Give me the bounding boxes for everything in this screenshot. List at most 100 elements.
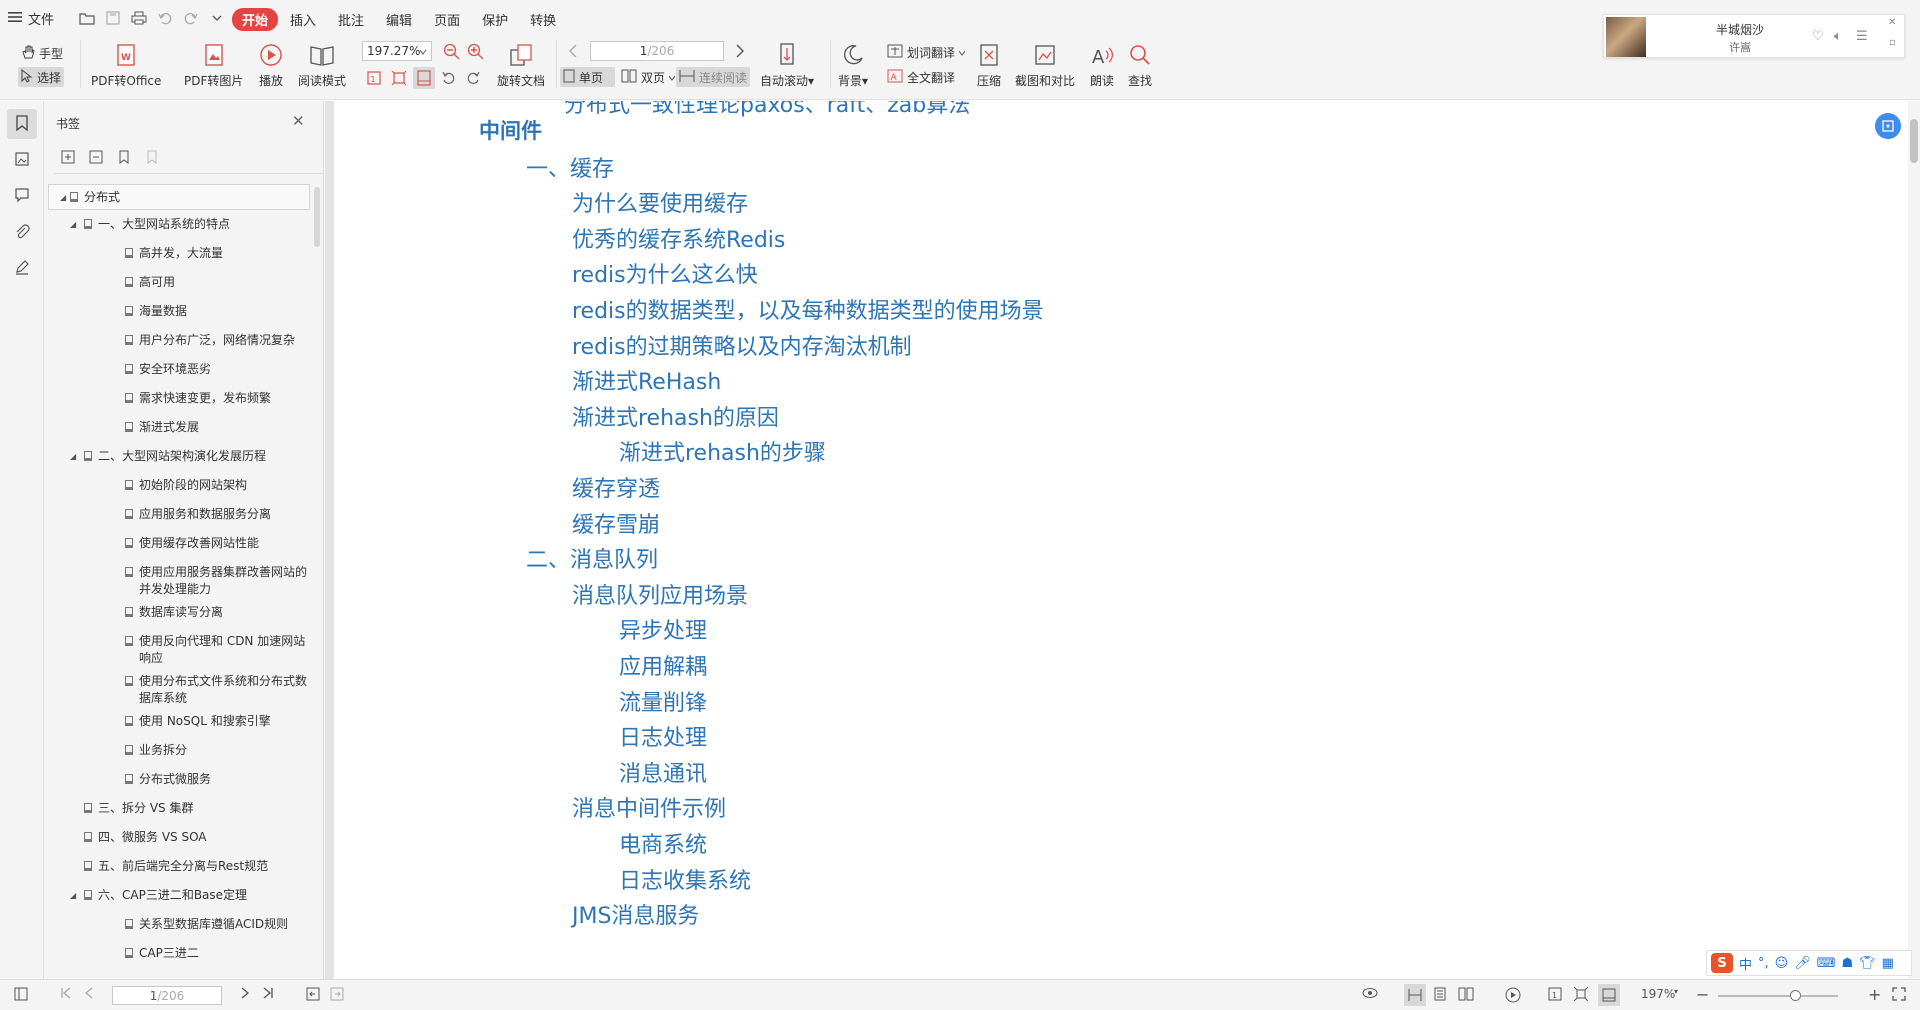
playlist-icon[interactable]: ☰: [1856, 29, 1868, 44]
toc-entry[interactable]: 一、缓存: [526, 151, 614, 183]
find-button[interactable]: 查找: [1127, 42, 1153, 89]
play-icon[interactable]: [1505, 987, 1521, 1003]
microphone-icon[interactable]: 🎤︎: [1794, 956, 1811, 971]
toc-entry[interactable]: redis的过期策略以及内存淘汰机制: [572, 329, 912, 361]
tab-start[interactable]: 开始: [232, 8, 279, 31]
toggle-sidebar-icon[interactable]: [14, 987, 28, 1001]
bookmark-item[interactable]: 分布式微服务: [44, 765, 314, 794]
zoom-slider[interactable]: [1718, 990, 1838, 1001]
toc-entry[interactable]: 日志处理: [619, 720, 707, 752]
close-icon[interactable]: ✕: [1888, 17, 1896, 28]
page-number-input[interactable]: 1/206: [590, 41, 724, 61]
comment-panel-button[interactable]: [7, 181, 37, 211]
tab-protect[interactable]: 保护: [472, 8, 518, 31]
zoom-select[interactable]: 197.27%: [362, 41, 432, 61]
signature-panel-button[interactable]: [7, 253, 37, 283]
read-mode-button[interactable]: 阅读模式: [298, 42, 346, 89]
user-icon[interactable]: ☗: [1842, 956, 1854, 971]
customize-dropdown-icon[interactable]: [208, 9, 226, 27]
bookmark-root[interactable]: ◢ 分布式: [48, 184, 310, 210]
print-icon[interactable]: [130, 9, 148, 27]
collapse-all-icon[interactable]: [88, 149, 104, 165]
bookmark-item[interactable]: 四、微服务 VS SOA: [44, 823, 314, 852]
skin-icon[interactable]: 👕︎: [1859, 956, 1876, 971]
toc-entry[interactable]: 缓存穿透: [572, 471, 660, 503]
chevron-down-icon[interactable]: ▾: [1674, 987, 1678, 996]
delete-bookmark-icon[interactable]: [144, 149, 160, 165]
zoom-out-icon[interactable]: −: [1696, 985, 1709, 1004]
continuous-view-icon[interactable]: [1404, 984, 1426, 1006]
compress-button[interactable]: 压缩: [976, 42, 1002, 89]
expand-triangle-icon[interactable]: ◢: [70, 216, 84, 233]
panel-scrollbar[interactable]: [314, 187, 320, 247]
bookmark-item[interactable]: 五、前后端完全分离与Rest规范: [44, 852, 314, 881]
toc-entry[interactable]: 应用解耦: [619, 649, 707, 681]
rotate-document-button[interactable]: 旋转文档: [497, 42, 545, 89]
double-view-icon[interactable]: [1458, 987, 1474, 1001]
toc-entry[interactable]: 为什么要使用缓存: [572, 186, 748, 218]
expand-all-icon[interactable]: [60, 149, 76, 165]
tab-edit[interactable]: 编辑: [376, 8, 422, 31]
undo-icon[interactable]: [156, 9, 174, 27]
attachment-panel-button[interactable]: [7, 217, 37, 247]
screenshot-compare-button[interactable]: 截图和对比: [1015, 42, 1075, 89]
toc-entry[interactable]: 中间件: [479, 115, 542, 145]
word-translate-button[interactable]: 划词翻译: [884, 42, 968, 62]
album-cover[interactable]: [1606, 17, 1646, 57]
bookmark-item[interactable]: 三、拆分 VS 集群: [44, 794, 314, 823]
toc-entry[interactable]: 缓存雪崩: [572, 507, 660, 539]
punctuation-icon[interactable]: °,: [1758, 956, 1769, 971]
rotate-right-icon[interactable]: [465, 70, 481, 89]
actual-size-button[interactable]: [413, 67, 435, 89]
single-page-button[interactable]: 单页: [560, 67, 615, 87]
pdf-to-image-button[interactable]: PDF转图片: [184, 42, 243, 89]
zoom-in-icon[interactable]: [467, 43, 485, 64]
full-translate-button[interactable]: A 全文翻译: [884, 67, 958, 87]
fit-width-icon[interactable]: [1574, 987, 1588, 1001]
bookmark-item[interactable]: 使用分布式文件系统和分布式数据库系统: [44, 667, 314, 707]
ime-language[interactable]: 中: [1739, 954, 1752, 973]
keyboard-icon[interactable]: ⌨: [1817, 956, 1836, 971]
tab-annotate[interactable]: 批注: [328, 8, 374, 31]
bookmark-item[interactable]: ◢ 一、大型网站系统的特点: [44, 210, 314, 239]
single-view-icon[interactable]: [1434, 987, 1446, 1001]
toc-entry[interactable]: 渐进式rehash的原因: [572, 400, 779, 432]
toc-entry[interactable]: 异步处理: [619, 613, 707, 645]
bookmark-item[interactable]: 使用反向代理和 CDN 加速网站响应: [44, 627, 314, 667]
hand-tool-button[interactable]: 手型: [18, 43, 66, 63]
tab-convert[interactable]: 转换: [520, 8, 566, 31]
redo-icon[interactable]: [182, 9, 200, 27]
add-bookmark-icon[interactable]: [116, 149, 132, 165]
toc-entry[interactable]: 渐进式ReHash: [572, 364, 721, 396]
toc-entry[interactable]: 消息通讯: [619, 756, 707, 788]
bookmark-item[interactable]: ◢ 六、CAP三进二和Base定理: [44, 881, 314, 910]
toc-entry[interactable]: 电商系统: [619, 827, 707, 859]
background-button[interactable]: 背景▾: [838, 42, 868, 89]
prev-page-icon[interactable]: [568, 44, 578, 61]
heart-icon[interactable]: ♡: [1812, 29, 1824, 44]
zoom-out-icon[interactable]: [443, 43, 461, 64]
prev-page-icon[interactable]: [84, 987, 94, 999]
last-page-icon[interactable]: [262, 987, 274, 999]
bookmark-item[interactable]: 高可用: [44, 268, 314, 297]
emoji-icon[interactable]: ☺: [1775, 956, 1789, 971]
bookmark-item[interactable]: 初始阶段的网站架构: [44, 471, 314, 500]
volume-icon[interactable]: 🔈︎: [1834, 29, 1842, 44]
bookmark-item[interactable]: 数据库读写分离: [44, 598, 314, 627]
bookmark-item[interactable]: 应用服务和数据服务分离: [44, 500, 314, 529]
auto-scroll-button[interactable]: 自动滚动▾: [760, 42, 814, 89]
toc-entry[interactable]: 二、消息队列: [526, 542, 658, 574]
save-icon[interactable]: [104, 9, 122, 27]
toc-entry[interactable]: 消息中间件示例: [572, 791, 726, 823]
toc-entry[interactable]: 渐进式rehash的步骤: [619, 435, 826, 467]
open-folder-icon[interactable]: [78, 9, 96, 27]
status-page-input[interactable]: 1/206: [112, 986, 222, 1005]
fullscreen-icon[interactable]: [1892, 987, 1906, 1001]
select-tool-button[interactable]: 选择: [18, 67, 65, 87]
pdf-to-office-button[interactable]: W PDF转Office: [91, 42, 161, 89]
tab-insert[interactable]: 插入: [280, 8, 326, 31]
bookmark-item[interactable]: 渐进式发展: [44, 413, 314, 442]
bookmark-item[interactable]: 高并发，大流量: [44, 239, 314, 268]
fit-page-icon[interactable]: 1: [1548, 987, 1562, 1001]
go-back-icon[interactable]: [306, 987, 320, 1001]
